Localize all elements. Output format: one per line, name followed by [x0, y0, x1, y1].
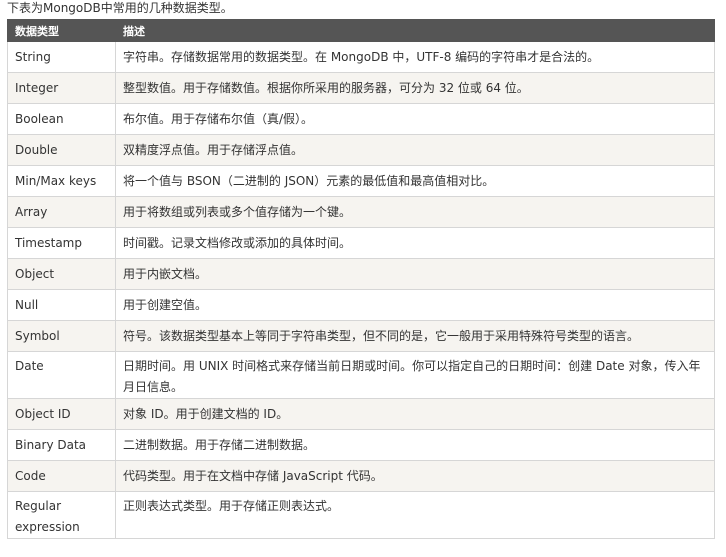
- type-cell: Null: [7, 289, 116, 321]
- description-cell: 日期时间。用 UNIX 时间格式来存储当前日期或时间。你可以指定自己的日期时间：…: [115, 351, 715, 399]
- type-cell: Symbol: [7, 320, 116, 352]
- table-row: Double 双精度浮点值。用于存储浮点值。: [7, 134, 715, 166]
- table-row: Array 用于将数组或列表或多个值存储为一个键。: [7, 196, 715, 228]
- type-cell: Min/Max keys: [7, 165, 116, 197]
- description-cell: 符号。该数据类型基本上等同于字符串类型，但不同的是，它一般用于采用特殊符号类型的…: [115, 320, 715, 352]
- description-cell: 字符串。存储数据常用的数据类型。在 MongoDB 中，UTF-8 编码的字符串…: [115, 41, 715, 73]
- type-cell: Boolean: [7, 103, 116, 135]
- description-cell: 布尔值。用于存储布尔值（真/假）。: [115, 103, 715, 135]
- type-cell: Array: [7, 196, 116, 228]
- table-row: Object 用于内嵌文档。: [7, 258, 715, 290]
- description-cell: 将一个值与 BSON（二进制的 JSON）元素的最低值和最高值相对比。: [115, 165, 715, 197]
- table-row: Binary Data 二进制数据。用于存储二进制数据。: [7, 429, 715, 461]
- description-cell: 对象 ID。用于创建文档的 ID。: [115, 398, 715, 430]
- table-row: Object ID 对象 ID。用于创建文档的 ID。: [7, 398, 715, 430]
- type-cell: Regular expression: [7, 491, 116, 539]
- table-row: Date 日期时间。用 UNIX 时间格式来存储当前日期或时间。你可以指定自己的…: [7, 351, 715, 399]
- type-cell: Timestamp: [7, 227, 116, 259]
- description-cell: 用于内嵌文档。: [115, 258, 715, 290]
- type-cell: Object ID: [7, 398, 116, 430]
- table-row: Code 代码类型。用于在文档中存储 JavaScript 代码。: [7, 460, 715, 492]
- table-row: Boolean 布尔值。用于存储布尔值（真/假）。: [7, 103, 715, 135]
- description-cell: 正则表达式类型。用于存储正则表达式。: [115, 491, 715, 539]
- description-cell: 整型数值。用于存储数值。根据你所采用的服务器，可分为 32 位或 64 位。: [115, 72, 715, 104]
- type-cell: Integer: [7, 72, 116, 104]
- data-types-table: 数据类型 描述 String 字符串。存储数据常用的数据类型。在 MongoDB…: [7, 19, 715, 539]
- type-cell: Date: [7, 351, 116, 399]
- description-cell: 代码类型。用于在文档中存储 JavaScript 代码。: [115, 460, 715, 492]
- type-cell: Object: [7, 258, 116, 290]
- type-cell: String: [7, 41, 116, 73]
- header-type: 数据类型: [7, 19, 116, 42]
- type-cell: Double: [7, 134, 116, 166]
- table-row: Null 用于创建空值。: [7, 289, 715, 321]
- type-cell: Binary Data: [7, 429, 116, 461]
- header-description: 描述: [115, 19, 715, 42]
- type-cell: Code: [7, 460, 116, 492]
- table-row: Regular expression 正则表达式类型。用于存储正则表达式。: [7, 491, 715, 539]
- description-cell: 用于将数组或列表或多个值存储为一个键。: [115, 196, 715, 228]
- table-row: Integer 整型数值。用于存储数值。根据你所采用的服务器，可分为 32 位或…: [7, 72, 715, 104]
- table-row: String 字符串。存储数据常用的数据类型。在 MongoDB 中，UTF-8…: [7, 41, 715, 73]
- table-header-row: 数据类型 描述: [7, 19, 715, 42]
- description-cell: 用于创建空值。: [115, 289, 715, 321]
- table-row: Min/Max keys 将一个值与 BSON（二进制的 JSON）元素的最低值…: [7, 165, 715, 197]
- description-cell: 双精度浮点值。用于存储浮点值。: [115, 134, 715, 166]
- description-cell: 时间戳。记录文档修改或添加的具体时间。: [115, 227, 715, 259]
- description-cell: 二进制数据。用于存储二进制数据。: [115, 429, 715, 461]
- table-row: Timestamp 时间戳。记录文档修改或添加的具体时间。: [7, 227, 715, 259]
- intro-text: 下表为MongoDB中常用的几种数据类型。: [7, 1, 233, 15]
- table-row: Symbol 符号。该数据类型基本上等同于字符串类型，但不同的是，它一般用于采用…: [7, 320, 715, 352]
